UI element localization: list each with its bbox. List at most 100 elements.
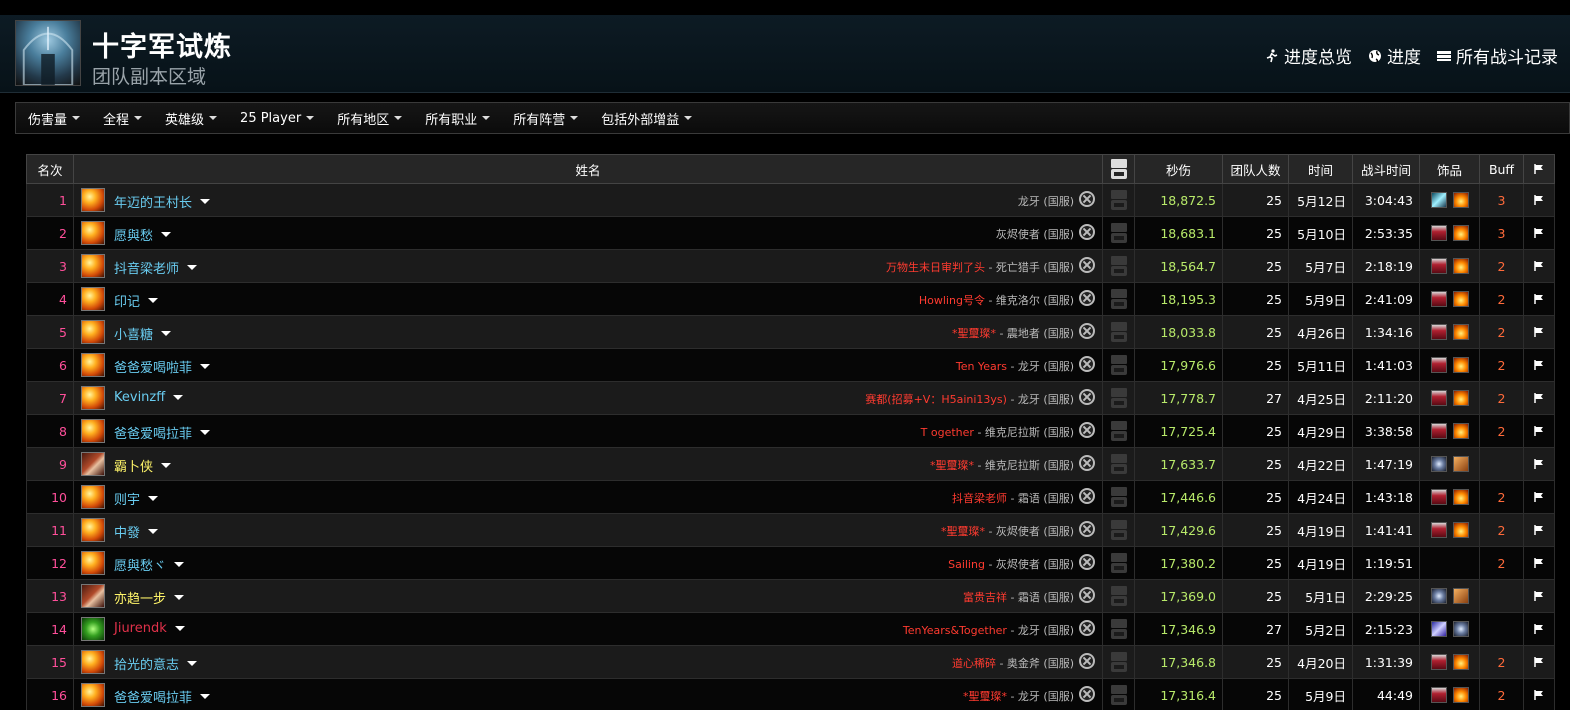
caret-down-icon[interactable] [200, 199, 211, 204]
crystal-trinket-icon[interactable] [1430, 192, 1447, 209]
col-rank[interactable]: 名次 [26, 154, 74, 184]
guild-name[interactable]: 赛都(招募+V：H5aini13ys) [865, 393, 1007, 406]
guild-name[interactable]: 抖音梁老师 [952, 492, 1007, 505]
caret-down-icon[interactable] [161, 331, 172, 336]
table-row[interactable]: 8 爸爸爱喝拉菲 T ogether - 维克尼拉斯 (国服) 17,725.4… [26, 414, 1555, 448]
guild-name[interactable]: *聖璽璨* [930, 459, 974, 472]
guild-name[interactable]: 富贵吉祥 [963, 591, 1007, 604]
video-cell[interactable] [1102, 315, 1135, 349]
player-name-link[interactable]: 年迈的王村长 [114, 192, 211, 211]
player-name-link[interactable]: 中發 [114, 522, 159, 541]
red-trinket-icon[interactable] [1430, 291, 1447, 308]
caret-down-icon[interactable] [200, 430, 211, 435]
flame-trinket-icon[interactable] [1452, 687, 1469, 704]
table-row[interactable]: 5 小喜糖 *聖璽璨* - 震地者 (国服) 18,033.8 25 4月26日… [26, 315, 1555, 349]
table-row[interactable]: 1 年迈的王村长 龙牙 (国服) 18,872.5 25 5月12日 3:04:… [26, 183, 1555, 217]
player-name-link[interactable]: 爸爸爱喝啦菲 [114, 357, 211, 376]
player-name-link[interactable]: 印记 [114, 291, 159, 310]
col-name[interactable]: 姓名 [73, 154, 1103, 184]
caret-down-icon[interactable] [173, 395, 184, 400]
flame-trinket-icon[interactable] [1452, 654, 1469, 671]
flame-trinket-icon[interactable] [1452, 489, 1469, 506]
col-duration[interactable]: 战斗时间 [1352, 154, 1420, 184]
filter-buffs[interactable]: 包括外部增益 [601, 109, 693, 128]
video-cell[interactable] [1102, 414, 1135, 448]
flame-trinket-icon[interactable] [1452, 357, 1469, 374]
video-cell[interactable] [1102, 381, 1135, 415]
caret-down-icon[interactable] [200, 694, 211, 699]
col-raid-size[interactable]: 团队人数 [1222, 154, 1289, 184]
player-name-link[interactable]: 抖音梁老师 [114, 258, 198, 277]
skull-trinket-icon[interactable] [1452, 621, 1469, 638]
guild-name[interactable]: Ten Years [956, 360, 1007, 373]
report-cell[interactable] [1523, 447, 1555, 481]
report-cell[interactable] [1523, 282, 1555, 316]
caret-down-icon[interactable] [148, 529, 159, 534]
player-name-link[interactable]: 愿與愁ヾ [114, 555, 185, 574]
filter-faction[interactable]: 所有阵营 [513, 109, 579, 128]
player-name-link[interactable]: 爸爸爱喝拉菲 [114, 423, 211, 442]
table-row[interactable]: 3 抖音梁老师 万物生末日审判了头 - 死亡猎手 (国服) 18,564.7 2… [26, 249, 1555, 283]
report-cell[interactable] [1523, 414, 1555, 448]
table-row[interactable]: 7 Kevinzff 赛都(招募+V：H5aini13ys) - 龙牙 (国服)… [26, 381, 1555, 415]
caret-down-icon[interactable] [200, 364, 211, 369]
filter-size[interactable]: 25 Player [240, 111, 315, 126]
flame-trinket-icon[interactable] [1452, 192, 1469, 209]
report-cell[interactable] [1523, 546, 1555, 580]
red-trinket-icon[interactable] [1430, 324, 1447, 341]
video-cell[interactable] [1102, 348, 1135, 382]
all-fights-link[interactable]: 所有战斗记录 [1437, 43, 1558, 68]
filter-phase[interactable]: 全程 [103, 109, 143, 128]
table-row[interactable]: 14 Jiurendk TenYears&Together - 龙牙 (国服) … [26, 612, 1555, 646]
caret-down-icon[interactable] [174, 595, 185, 600]
player-name-link[interactable]: 小喜糖 [114, 324, 172, 343]
guild-name[interactable]: Howling号令 [919, 294, 985, 307]
caret-down-icon[interactable] [187, 265, 198, 270]
table-row[interactable]: 4 印记 Howling号令 - 维克洛尔 (国服) 18,195.3 25 5… [26, 282, 1555, 316]
video-cell[interactable] [1102, 579, 1135, 613]
video-cell[interactable] [1102, 183, 1135, 217]
player-name-link[interactable]: Kevinzff [114, 390, 184, 405]
report-cell[interactable] [1523, 480, 1555, 514]
caret-down-icon[interactable] [161, 463, 172, 468]
col-buff[interactable]: Buff [1479, 154, 1524, 184]
caret-down-icon[interactable] [174, 562, 185, 567]
flame-trinket-icon[interactable] [1452, 423, 1469, 440]
flame-trinket-icon[interactable] [1452, 522, 1469, 539]
guild-name[interactable]: 万物生末日审判了头 [886, 261, 985, 274]
guild-name[interactable]: *聖璽璨* [963, 690, 1007, 703]
video-cell[interactable] [1102, 480, 1135, 514]
report-cell[interactable] [1523, 315, 1555, 349]
player-name-link[interactable]: 霸卜侠 [114, 456, 172, 475]
table-row[interactable]: 11 中發 *聖璽璨* - 灰烬使者 (国服) 17,429.6 25 4月19… [26, 513, 1555, 547]
report-cell[interactable] [1523, 348, 1555, 382]
table-row[interactable]: 12 愿與愁ヾ Sailing - 灰烬使者 (国服) 17,380.2 25 … [26, 546, 1555, 580]
col-date[interactable]: 时间 [1288, 154, 1353, 184]
video-cell[interactable] [1102, 645, 1135, 679]
video-cell[interactable] [1102, 612, 1135, 646]
guild-name[interactable]: TenYears&Together [903, 624, 1007, 637]
report-cell[interactable] [1523, 678, 1555, 710]
video-cell[interactable] [1102, 546, 1135, 580]
sword-trinket-icon[interactable] [1430, 621, 1447, 638]
progress-overview-link[interactable]: 进度总览 [1265, 43, 1352, 68]
player-name-link[interactable]: 亦趋一步 [114, 588, 185, 607]
caret-down-icon[interactable] [174, 626, 185, 631]
flame-trinket-icon[interactable] [1452, 291, 1469, 308]
flame-trinket-icon[interactable] [1452, 258, 1469, 275]
caret-down-icon[interactable] [148, 298, 159, 303]
video-cell[interactable] [1102, 447, 1135, 481]
player-name-link[interactable]: 爸爸爱喝拉菲 [114, 687, 211, 706]
report-cell[interactable] [1523, 579, 1555, 613]
table-row[interactable]: 13 亦趋一步 富贵吉祥 - 霜语 (国服) 17,369.0 25 5月1日 … [26, 579, 1555, 613]
filter-class[interactable]: 所有职业 [425, 109, 491, 128]
red-trinket-icon[interactable] [1430, 489, 1447, 506]
video-cell[interactable] [1102, 678, 1135, 710]
guild-name[interactable]: *聖璽璨* [941, 525, 985, 538]
claw-trinket-icon[interactable] [1452, 456, 1469, 473]
guild-name[interactable]: 道心稀碎 [952, 657, 996, 670]
player-name-link[interactable]: 拾光的意志 [114, 654, 198, 673]
filter-region[interactable]: 所有地区 [337, 109, 403, 128]
filter-metric[interactable]: 伤害量 [28, 109, 81, 128]
guild-name[interactable]: T ogether [921, 426, 974, 439]
